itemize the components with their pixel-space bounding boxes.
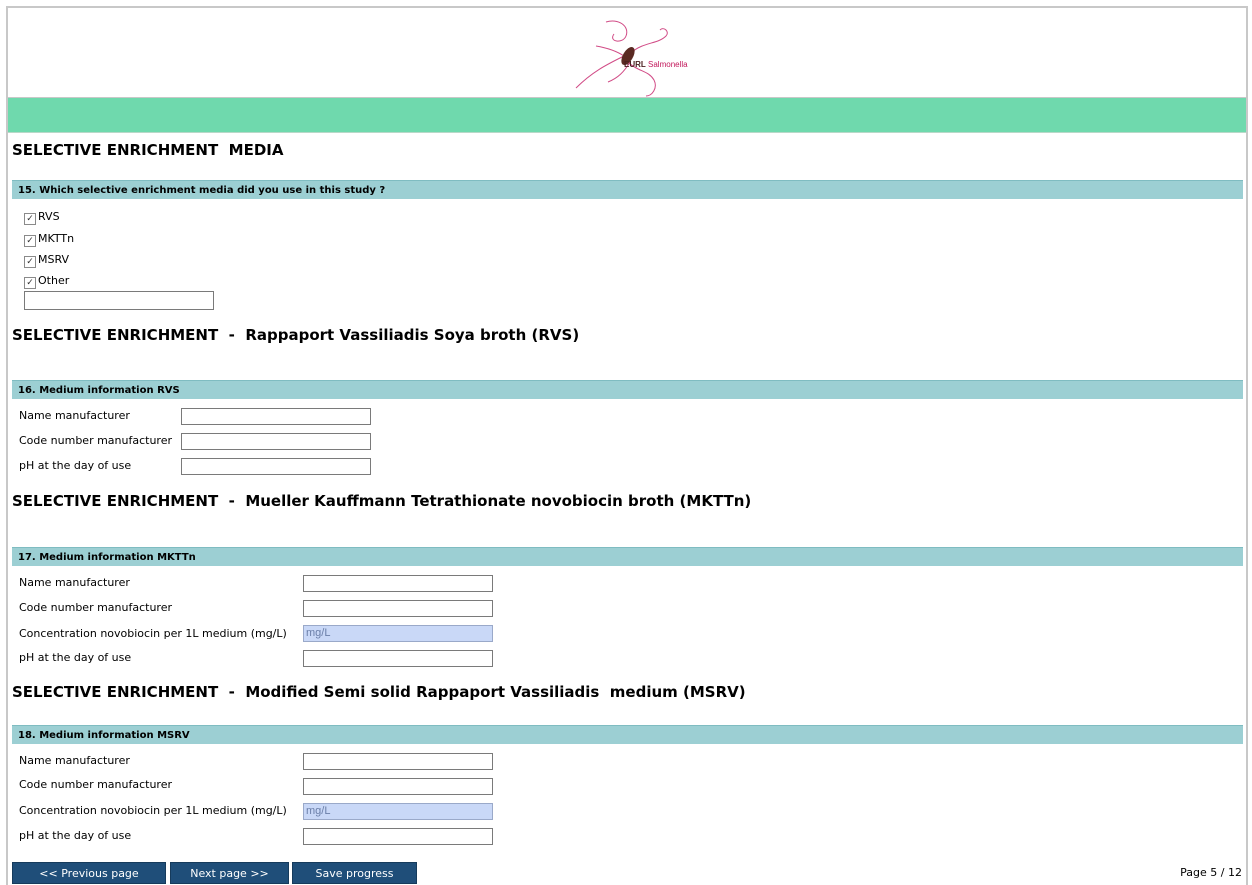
rvs-code-number-input[interactable] xyxy=(181,433,371,450)
mkttn-ph-input[interactable] xyxy=(303,650,493,667)
msrv-name-manufacturer-input[interactable] xyxy=(303,753,493,770)
previous-page-button[interactable]: << Previous page xyxy=(12,862,166,884)
question-16-header: 16. Medium information RVS xyxy=(12,380,1243,399)
page-indicator: Page 5 / 12 xyxy=(1180,866,1242,879)
checkbox-checked-icon[interactable]: ✓ xyxy=(24,213,36,225)
section-title-rvs: SELECTIVE ENRICHMENT - Rappaport Vassili… xyxy=(12,326,580,344)
field-label: pH at the day of use xyxy=(19,459,132,472)
mkttn-name-manufacturer-input[interactable] xyxy=(303,575,493,592)
checkbox-checked-icon[interactable]: ✓ xyxy=(24,235,36,247)
header-band xyxy=(8,98,1246,133)
field-label: Code number manufacturer xyxy=(19,778,173,791)
field-label: pH at the day of use xyxy=(19,651,132,664)
question-15-header: 15. Which selective enrichment media did… xyxy=(12,180,1243,199)
rvs-ph-input[interactable] xyxy=(181,458,371,475)
logo-brand-bold: EURL xyxy=(624,60,646,69)
field-label: Concentration novobiocin per 1L medium (… xyxy=(19,627,287,640)
section-title-msrv: SELECTIVE ENRICHMENT - Modified Semi sol… xyxy=(12,683,746,701)
question-18-header: 18. Medium information MSRV xyxy=(12,725,1243,744)
salmonella-logo-icon xyxy=(575,20,668,97)
field-label: Name manufacturer xyxy=(19,576,130,589)
checkbox-checked-icon[interactable]: ✓ xyxy=(24,277,36,289)
checkbox-other[interactable]: ✓ Other xyxy=(24,273,69,289)
logo-brand-rest: Salmonella xyxy=(648,60,688,69)
field-label: pH at the day of use xyxy=(19,829,132,842)
field-label: Code number manufacturer xyxy=(19,601,173,614)
checkbox-mkttn[interactable]: ✓ MKTTn xyxy=(24,231,74,247)
checkbox-label: MKTTn xyxy=(38,232,75,245)
checkbox-msrv[interactable]: ✓ MSRV xyxy=(24,252,69,268)
logo-text: EURL Salmonella xyxy=(624,60,688,69)
question-17-header: 17. Medium information MKTTn xyxy=(12,547,1243,566)
section-title-media: SELECTIVE ENRICHMENT MEDIA xyxy=(12,141,284,159)
field-label: Code number manufacturer xyxy=(19,434,173,447)
field-label: Name manufacturer xyxy=(19,754,130,767)
checkbox-label: Other xyxy=(38,274,70,287)
save-progress-button[interactable]: Save progress xyxy=(292,862,417,884)
checkbox-rvs[interactable]: ✓ RVS xyxy=(24,209,60,225)
checkbox-label: MSRV xyxy=(38,253,70,266)
section-title-mkttn: SELECTIVE ENRICHMENT - Mueller Kauffmann… xyxy=(12,492,752,510)
next-page-button[interactable]: Next page >> xyxy=(170,862,289,884)
field-label: Concentration novobiocin per 1L medium (… xyxy=(19,804,287,817)
mkttn-novobiocin-concentration-input[interactable]: mg/L xyxy=(303,625,493,642)
rvs-name-manufacturer-input[interactable] xyxy=(181,408,371,425)
checkbox-label: RVS xyxy=(38,210,60,223)
msrv-code-number-input[interactable] xyxy=(303,778,493,795)
mkttn-code-number-input[interactable] xyxy=(303,600,493,617)
other-media-input[interactable] xyxy=(24,291,214,310)
header: EURL Salmonella xyxy=(8,8,1246,98)
field-label: Name manufacturer xyxy=(19,409,130,422)
checkbox-checked-icon[interactable]: ✓ xyxy=(24,256,36,268)
msrv-ph-input[interactable] xyxy=(303,828,493,845)
msrv-novobiocin-concentration-input[interactable]: mg/L xyxy=(303,803,493,820)
